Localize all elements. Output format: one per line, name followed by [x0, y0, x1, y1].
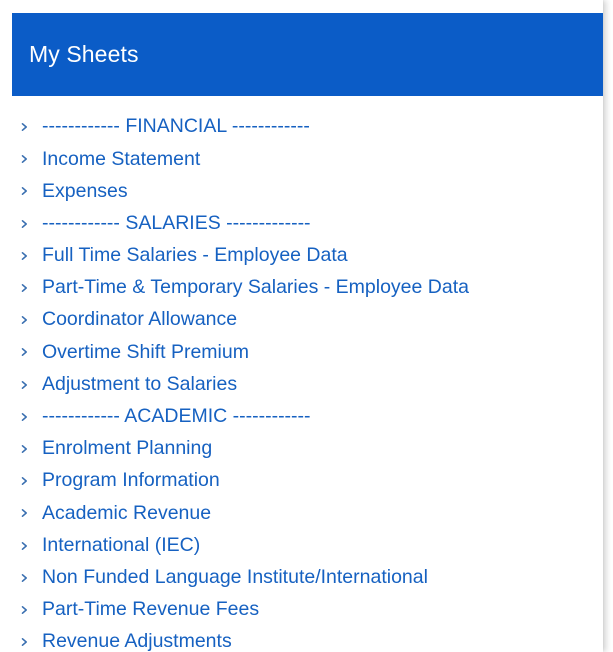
- chevron-right-icon: [20, 506, 29, 520]
- sheet-list-item[interactable]: Part-Time & Temporary Salaries - Employe…: [20, 272, 469, 304]
- sheet-list-item[interactable]: Expenses: [20, 175, 469, 207]
- my-sheets-panel: My Sheets ------------ FINANCIAL -------…: [0, 0, 603, 652]
- sheet-label: Enrolment Planning: [42, 437, 213, 460]
- sheet-label: Overtime Shift Premium: [42, 340, 249, 363]
- sheet-label: ------------ ACADEMIC ------------: [42, 405, 311, 428]
- sheet-label: ------------ SALARIES -------------: [42, 211, 311, 234]
- sheet-label: Income Statement: [42, 147, 201, 170]
- sheet-list-item[interactable]: ------------ FINANCIAL ------------: [20, 111, 469, 143]
- sheet-label: Adjustment to Salaries: [42, 372, 238, 395]
- chevron-right-icon: [20, 442, 29, 456]
- panel-header: My Sheets: [12, 13, 603, 96]
- chevron-right-icon: [20, 603, 29, 617]
- chevron-right-icon: [20, 217, 29, 231]
- sheet-list-item[interactable]: Part-Time Revenue Fees: [20, 594, 469, 626]
- sheet-label: International (IEC): [42, 533, 201, 556]
- sheet-label: Part-Time Revenue Fees: [42, 598, 260, 621]
- chevron-right-icon: [20, 184, 29, 198]
- chevron-right-icon: [20, 313, 29, 327]
- sheet-list-item[interactable]: ------------ SALARIES -------------: [20, 208, 469, 240]
- sheet-label: Program Information: [42, 469, 220, 492]
- sheet-list-item[interactable]: Revenue Adjustments: [20, 626, 469, 652]
- sheet-list-item[interactable]: Overtime Shift Premium: [20, 336, 469, 368]
- chevron-right-icon: [20, 345, 29, 359]
- sheet-list-item[interactable]: ------------ ACADEMIC ------------: [20, 401, 469, 433]
- sheet-list-item[interactable]: International (IEC): [20, 529, 469, 561]
- sheet-label: Revenue Adjustments: [42, 630, 232, 652]
- chevron-right-icon: [20, 281, 29, 295]
- sheet-list-item[interactable]: Academic Revenue: [20, 497, 469, 529]
- chevron-right-icon: [20, 571, 29, 585]
- sheet-label: Academic Revenue: [42, 501, 212, 524]
- chevron-right-icon: [20, 152, 29, 166]
- chevron-right-icon: [20, 539, 29, 553]
- chevron-right-icon: [20, 474, 29, 488]
- sheet-list-item[interactable]: Non Funded Language Institute/Internatio…: [20, 562, 469, 594]
- sheet-list-item[interactable]: Enrolment Planning: [20, 433, 469, 465]
- chevron-right-icon: [20, 249, 29, 263]
- chevron-right-icon: [20, 378, 29, 392]
- sheet-list-item[interactable]: Adjustment to Salaries: [20, 369, 469, 401]
- sheet-list-item[interactable]: Income Statement: [20, 143, 469, 175]
- chevron-right-icon: [20, 120, 29, 134]
- sheet-label: Full Time Salaries - Employee Data: [42, 244, 348, 267]
- sheet-list-item[interactable]: Coordinator Allowance: [20, 304, 469, 336]
- sheet-list-item[interactable]: Program Information: [20, 465, 469, 497]
- sheet-label: Expenses: [42, 179, 128, 202]
- sheet-label: Non Funded Language Institute/Internatio…: [42, 565, 428, 588]
- chevron-right-icon: [20, 635, 29, 649]
- panel-title: My Sheets: [29, 40, 139, 67]
- chevron-right-icon: [20, 410, 29, 424]
- sheet-list-item[interactable]: Full Time Salaries - Employee Data: [20, 240, 469, 272]
- sheet-label: Part-Time & Temporary Salaries - Employe…: [42, 276, 469, 299]
- sheet-label: ------------ FINANCIAL ------------: [42, 115, 310, 138]
- sheet-list: ------------ FINANCIAL ------------ Inco…: [20, 111, 469, 652]
- sheet-label: Coordinator Allowance: [42, 308, 238, 331]
